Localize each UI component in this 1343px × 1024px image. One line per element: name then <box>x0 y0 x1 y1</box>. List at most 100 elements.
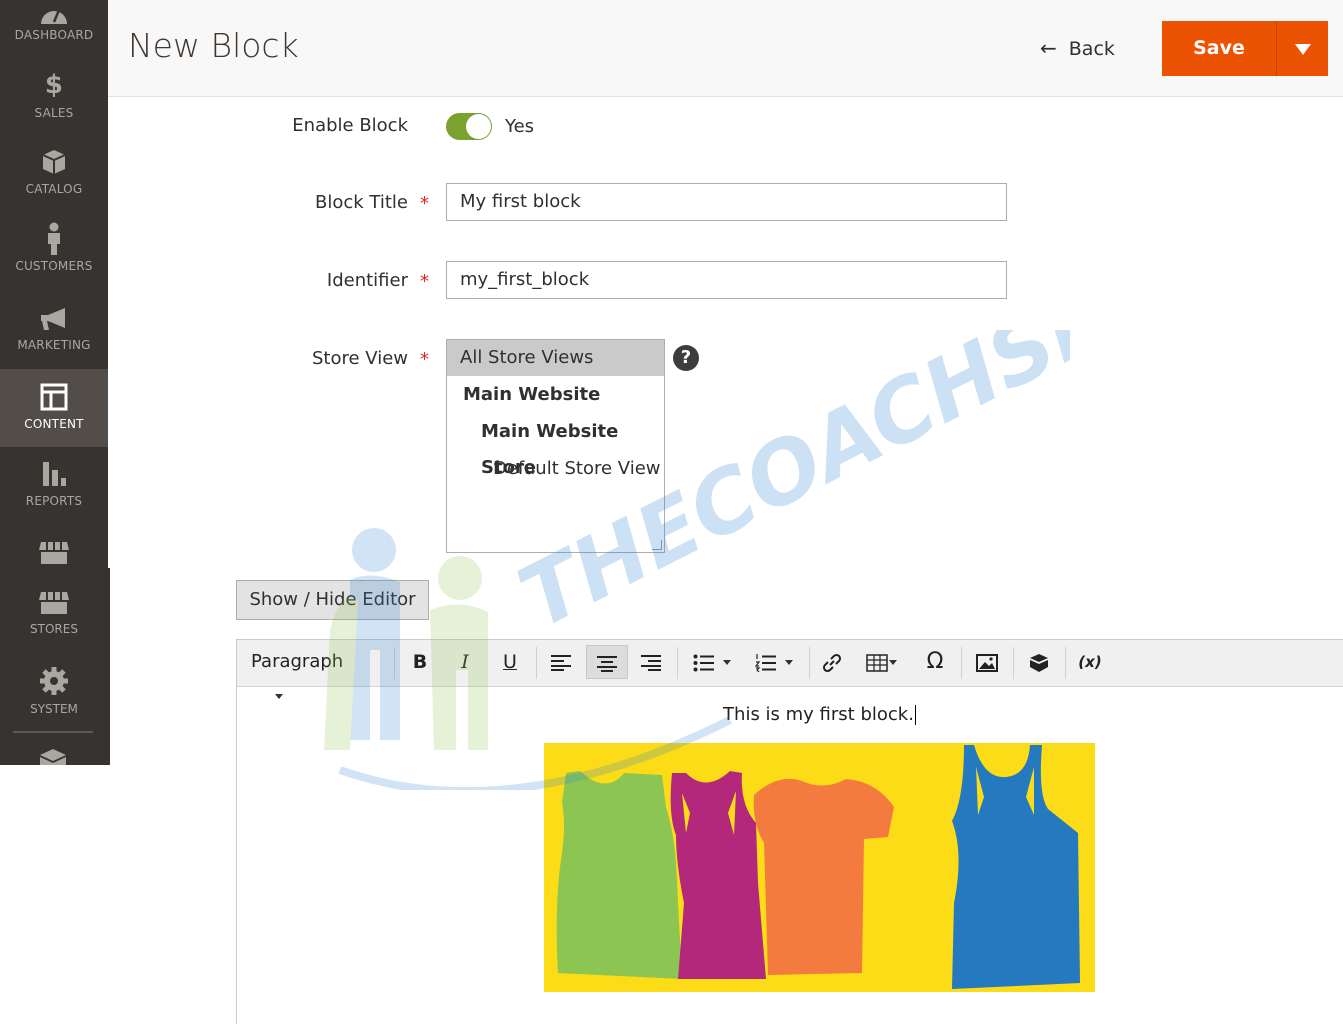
align-right-button[interactable] <box>633 645 669 679</box>
required-mark: * <box>420 349 429 370</box>
nav-sales[interactable]: $ SALES <box>0 70 108 132</box>
page-title: New Block <box>128 26 299 65</box>
nav-label: CUSTOMERS <box>15 259 93 273</box>
special-character-button[interactable]: Ω <box>919 645 951 679</box>
bold-button[interactable]: B <box>405 645 435 679</box>
save-options-dropdown[interactable] <box>1277 21 1328 76</box>
toolbar-separator <box>1065 647 1066 679</box>
widget-icon <box>1030 653 1048 672</box>
insert-image-button[interactable] <box>971 645 1003 679</box>
underline-button[interactable]: U <box>495 645 525 679</box>
toolbar-separator <box>809 647 810 679</box>
editor-toolbar: Paragraph B I U Ω (x) <box>237 640 1343 699</box>
store-option-store: Main Website Store <box>481 421 619 478</box>
caret-down-icon <box>723 660 731 665</box>
cube-icon <box>42 150 66 174</box>
insert-variable-button[interactable]: (x) <box>1073 645 1107 679</box>
nav-label: STORES <box>30 622 78 636</box>
content-paragraph: This is my first block. <box>723 704 914 725</box>
arrow-left-icon: ← <box>1040 36 1057 60</box>
enable-block-toggle[interactable] <box>446 113 492 140</box>
insert-table-button[interactable] <box>859 645 903 679</box>
store-option-all[interactable]: All Store Views <box>447 340 664 376</box>
store-view-label: Store View <box>311 348 408 369</box>
store-option-website: Main Website <box>463 384 601 405</box>
required-mark: * <box>420 193 429 214</box>
storefront-icon <box>39 592 69 614</box>
toolbar-separator <box>536 647 537 679</box>
nav-label: MARKETING <box>17 338 91 352</box>
help-icon[interactable]: ? <box>673 345 699 371</box>
nav-stores[interactable]: STORES <box>0 590 108 652</box>
nav-label: CONTENT <box>24 417 84 431</box>
page-header: New Block ← Back Save <box>108 0 1343 97</box>
nav-label: DASHBOARD <box>14 28 94 42</box>
identifier-input[interactable]: my_first_block <box>446 261 1007 299</box>
caret-down-icon <box>785 660 793 665</box>
save-button[interactable]: Save <box>1162 21 1277 76</box>
nav-reports[interactable]: REPORTS <box>0 460 108 522</box>
bullet-list-button[interactable] <box>685 645 739 679</box>
align-right-icon <box>641 654 661 671</box>
required-mark: * <box>420 271 429 292</box>
show-hide-editor-button[interactable]: Show / Hide Editor <box>236 580 429 620</box>
enable-block-label: Enable Block <box>292 115 408 136</box>
dashboard-icon <box>41 9 67 24</box>
dollar-icon: $ <box>44 70 64 100</box>
store-view-multiselect[interactable]: All Store Views Main Website Main Websit… <box>446 339 665 553</box>
identifier-label: Identifier <box>326 270 408 291</box>
toggle-knob <box>466 114 491 139</box>
nav-system[interactable]: SYSTEM <box>0 666 108 728</box>
person-icon <box>48 222 60 255</box>
enable-block-value: Yes <box>505 116 535 137</box>
image-icon <box>976 653 998 672</box>
italic-button[interactable]: I <box>450 645 480 679</box>
resize-handle[interactable] <box>652 540 662 550</box>
megaphone-icon <box>41 308 65 330</box>
sidebar-divider <box>13 731 93 733</box>
toolbar-separator <box>394 647 395 679</box>
nav-marketing[interactable]: MARKETING <box>0 306 108 368</box>
nav-label: SALES <box>34 106 74 120</box>
editor-content-text[interactable]: This is my first block. <box>237 704 1343 725</box>
nav-dashboard[interactable]: DASHBOARD <box>0 0 108 62</box>
nav-label: CATALOG <box>25 182 83 196</box>
gear-icon <box>40 667 68 695</box>
block-title-label: Block Title <box>315 192 408 213</box>
text-cursor <box>914 705 916 725</box>
block-title-input[interactable]: My first block <box>446 183 1007 221</box>
store-option-default-view[interactable]: Default Store View <box>447 451 664 487</box>
format-select-value: Paragraph <box>251 651 344 672</box>
align-center-button[interactable] <box>586 645 628 679</box>
wysiwyg-editor: Paragraph B I U Ω (x) This is my first b… <box>236 639 1343 1024</box>
back-label: Back <box>1068 38 1115 60</box>
toolbar-separator <box>961 647 962 679</box>
extensions-icon[interactable] <box>38 747 68 765</box>
tank-tops-image[interactable] <box>544 743 1095 992</box>
link-icon <box>822 653 842 672</box>
bar-chart-icon <box>43 462 66 486</box>
nav-stores-partial[interactable] <box>0 540 108 570</box>
insert-link-button[interactable] <box>817 645 847 679</box>
insert-widget-button[interactable] <box>1023 645 1055 679</box>
nav-content[interactable]: CONTENT <box>0 369 108 447</box>
caret-down-icon <box>275 693 283 699</box>
admin-sidebar-lower: STORES SYSTEM <box>0 568 110 765</box>
nav-customers[interactable]: CUSTOMERS <box>0 222 108 284</box>
format-select[interactable]: Paragraph <box>245 645 385 699</box>
toolbar-separator <box>1013 647 1014 679</box>
caret-down-icon <box>888 660 897 665</box>
caret-down-icon <box>1295 44 1311 55</box>
table-icon <box>865 653 888 672</box>
numbered-list-button[interactable] <box>747 645 801 679</box>
back-button[interactable]: ← Back <box>1040 36 1115 60</box>
toolbar-separator <box>677 647 678 679</box>
align-center-icon <box>597 655 617 672</box>
nav-catalog[interactable]: CATALOG <box>0 148 108 210</box>
nav-label: SYSTEM <box>30 702 78 716</box>
layout-icon <box>40 383 68 411</box>
nav-label: REPORTS <box>25 494 83 508</box>
align-left-icon <box>551 654 571 671</box>
storefront-icon <box>39 542 69 564</box>
align-left-button[interactable] <box>543 645 579 679</box>
